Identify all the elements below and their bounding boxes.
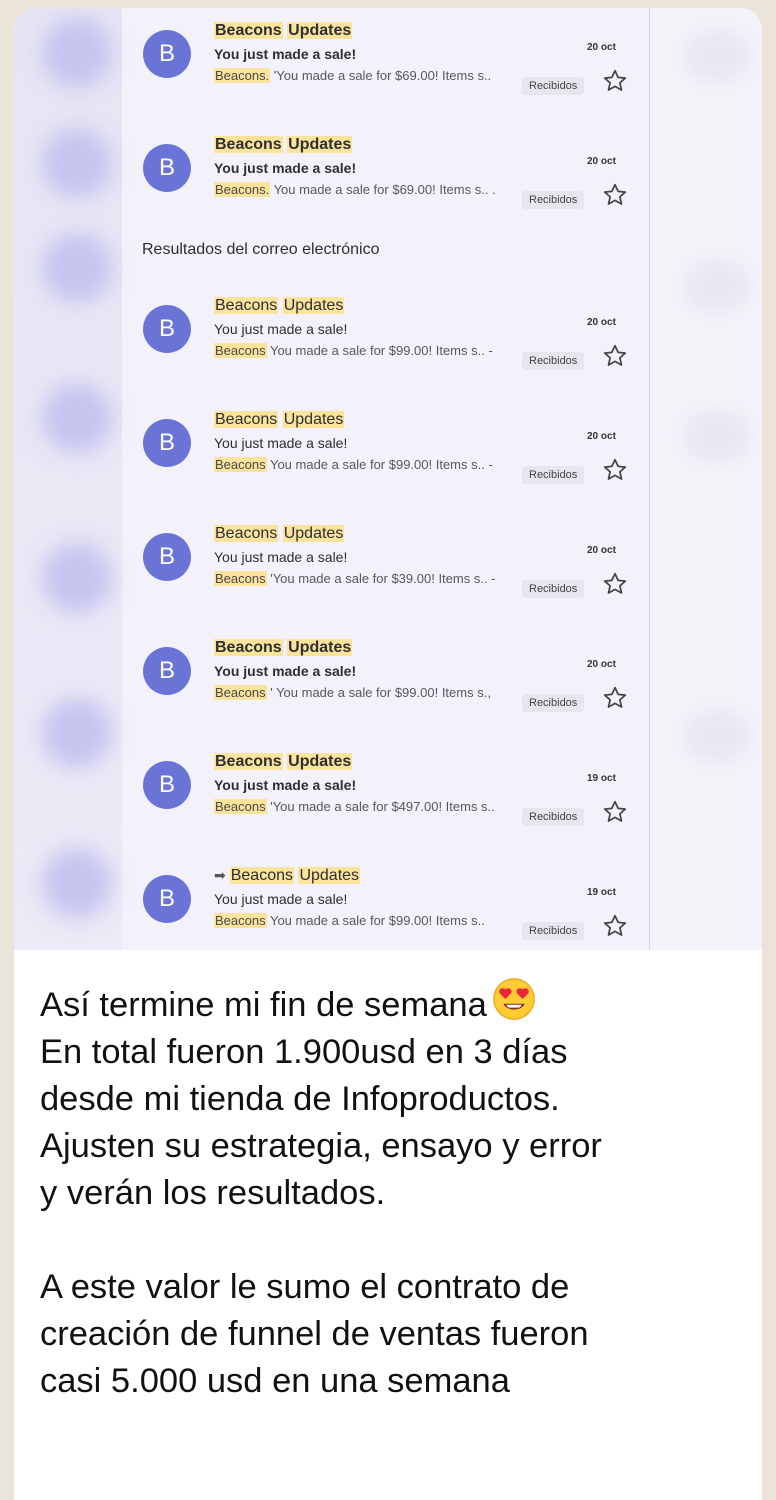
email-subject: You just made a sale!: [214, 321, 348, 337]
sender-avatar: B: [143, 875, 191, 923]
sender-name: Beacons Updates: [214, 411, 345, 428]
blurred-blob: [682, 708, 752, 764]
star-icon[interactable]: [602, 913, 628, 939]
email-snippet: Beacons You made a sale for $99.00! Item…: [214, 913, 485, 928]
inbox-label: Recibidos: [522, 580, 585, 598]
email-date: 20 oct: [587, 431, 616, 442]
star-icon[interactable]: [602, 457, 628, 483]
sender-name: Beacons Updates: [214, 297, 345, 314]
blurred-left-panel: [14, 8, 122, 950]
email-date: 20 oct: [587, 317, 616, 328]
email-snippet: Beacons 'You made a sale for $39.00! Ite…: [214, 571, 496, 586]
message-line: casi 5.000 usd en una semana: [40, 1362, 510, 1400]
star-icon[interactable]: [602, 343, 628, 369]
message-line: Ajusten su estrategia, ensayo y error: [40, 1127, 602, 1165]
forward-arrow-icon: ➡: [214, 867, 226, 883]
message-line: creación de funnel de ventas fueron: [40, 1315, 589, 1353]
email-date: 20 oct: [587, 42, 616, 53]
sender-avatar: B: [143, 533, 191, 581]
section-title: Resultados del correo electrónico: [142, 241, 380, 258]
blurred-blob: [682, 258, 752, 314]
inbox-label: Recibidos: [522, 466, 585, 484]
email-subject: You just made a sale!: [214, 160, 357, 176]
sender-avatar: B: [143, 144, 191, 192]
sender-avatar: B: [143, 305, 191, 353]
inbox-label: Recibidos: [522, 77, 585, 95]
email-row[interactable]: B Beacons Updates You just made a sale! …: [122, 136, 649, 216]
email-row[interactable]: B Beacons Updates You just made a sale! …: [122, 297, 649, 377]
sender-avatar: B: [143, 419, 191, 467]
sender-name: Beacons Updates: [214, 136, 353, 153]
blurred-blob: [42, 848, 112, 918]
blurred-blob: [42, 18, 112, 88]
email-date: 20 oct: [587, 545, 616, 556]
sender-name: Beacons Updates: [214, 22, 353, 39]
inbox-label: Recibidos: [522, 191, 585, 209]
email-row[interactable]: B Beacons Updates You just made a sale! …: [122, 753, 649, 833]
email-date: 19 oct: [587, 887, 616, 898]
message-line: Así termine mi fin de semana: [40, 976, 740, 1029]
message-line: A este valor le sumo el contrato de: [40, 1268, 570, 1306]
email-date: 20 oct: [587, 659, 616, 670]
email-screenshot: B Beacons Updates You just made a sale! …: [14, 8, 762, 950]
email-row[interactable]: B Beacons Updates You just made a sale! …: [122, 639, 649, 719]
sender-avatar: B: [143, 30, 191, 78]
star-icon[interactable]: [602, 571, 628, 597]
email-snippet: Beacons. You made a sale for $69.00! Ite…: [214, 182, 496, 197]
inbox-label: Recibidos: [522, 922, 585, 940]
email-date: 20 oct: [587, 156, 616, 167]
email-row[interactable]: B Beacons Updates You just made a sale! …: [122, 411, 649, 491]
email-subject: You just made a sale!: [214, 46, 357, 62]
email-list: B Beacons Updates You just made a sale! …: [122, 8, 649, 950]
email-snippet: Beacons ' You made a sale for $99.00! It…: [214, 685, 491, 700]
blurred-blob: [42, 128, 112, 198]
heart-eyes-emoji-icon: [492, 978, 535, 1020]
email-snippet: Beacons You made a sale for $99.00! Item…: [214, 343, 493, 358]
email-subject: You just made a sale!: [214, 549, 348, 565]
sender-name: Beacons Updates: [214, 753, 353, 770]
sender-avatar: B: [143, 647, 191, 695]
message-line: y verán los resultados.: [40, 1174, 386, 1212]
email-subject: You just made a sale!: [214, 435, 348, 451]
blurred-blob: [682, 408, 752, 464]
blurred-right-panel: [652, 8, 762, 950]
sender-name: ➡ Beacons Updates: [214, 867, 361, 884]
email-subject: You just made a sale!: [214, 891, 348, 907]
sender-name: Beacons Updates: [214, 639, 353, 656]
email-snippet: Beacons 'You made a sale for $497.00! It…: [214, 799, 495, 814]
inbox-label: Recibidos: [522, 352, 585, 370]
blurred-blob: [682, 28, 752, 84]
star-icon[interactable]: [602, 182, 628, 208]
star-icon[interactable]: [602, 799, 628, 825]
star-icon[interactable]: [602, 685, 628, 711]
divider: [649, 8, 650, 950]
email-subject: You just made a sale!: [214, 663, 357, 679]
sender-name: Beacons Updates: [214, 525, 345, 542]
email-snippet: Beacons. 'You made a sale for $69.00! It…: [214, 68, 492, 83]
message-bubble: B Beacons Updates You just made a sale! …: [14, 8, 762, 1500]
email-subject: You just made a sale!: [214, 777, 357, 793]
message-line: desde mi tienda de Infoproductos.: [40, 1080, 560, 1118]
email-row[interactable]: B Beacons Updates You just made a sale! …: [122, 525, 649, 605]
message-line: En total fueron 1.900usd en 3 días: [40, 1033, 568, 1071]
inbox-label: Recibidos: [522, 694, 585, 712]
email-date: 19 oct: [587, 773, 616, 784]
blurred-blob: [42, 383, 112, 453]
sender-avatar: B: [143, 761, 191, 809]
email-snippet: Beacons You made a sale for $99.00! Item…: [214, 457, 493, 472]
blurred-blob: [42, 233, 112, 303]
email-row[interactable]: B Beacons Updates You just made a sale! …: [122, 22, 649, 102]
inbox-label: Recibidos: [522, 808, 585, 826]
message-text: Así termine mi fin de semana En total fu…: [40, 976, 740, 1405]
blurred-blob: [42, 543, 112, 613]
blurred-blob: [42, 698, 112, 768]
star-icon[interactable]: [602, 68, 628, 94]
email-row[interactable]: B ➡ Beacons Updates You just made a sale!…: [122, 867, 649, 947]
